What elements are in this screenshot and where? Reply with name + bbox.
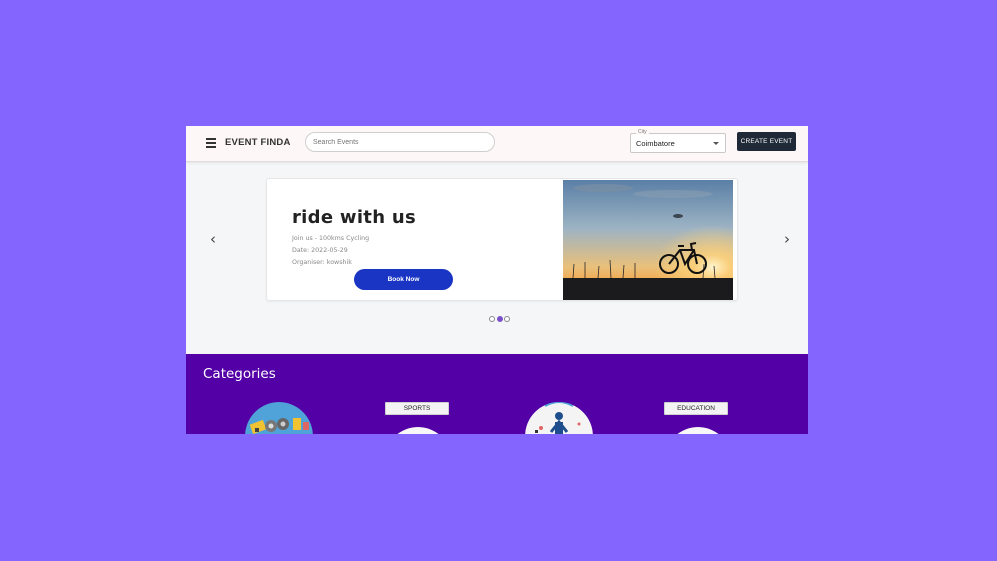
- categories-section: Categories SPORTS EDUCATION: [186, 354, 808, 434]
- app-window: EVENT FINDA City Coimbatore CREATE EVENT…: [186, 126, 808, 434]
- bicycle-sunset-image: [563, 180, 733, 300]
- categories-heading: Categories: [203, 366, 276, 382]
- event-description: Join us - 100kms Cycling: [292, 235, 370, 242]
- dropdown-caret-icon: [713, 142, 719, 145]
- brand-title: EVENT FINDA: [225, 137, 291, 148]
- carousel-dot-2[interactable]: [496, 316, 503, 322]
- event-date: Date: 2022-05-29: [292, 247, 348, 254]
- hamburger-menu-icon[interactable]: [206, 138, 216, 148]
- top-app-bar: EVENT FINDA City Coimbatore CREATE EVENT: [186, 126, 808, 162]
- search-input[interactable]: [305, 132, 495, 152]
- event-organiser: Organiser: kowshik: [292, 259, 352, 266]
- category-fitness-image[interactable]: [525, 402, 593, 434]
- category-label-sports[interactable]: SPORTS: [385, 402, 449, 415]
- category-sports-image[interactable]: [384, 427, 452, 434]
- category-label-education[interactable]: EDUCATION: [664, 402, 728, 415]
- city-select-value: Coimbatore: [636, 139, 675, 148]
- create-event-button[interactable]: CREATE EVENT: [737, 132, 796, 151]
- carousel-prev-icon[interactable]: ‹: [210, 230, 216, 248]
- carousel-dot-1[interactable]: [489, 316, 495, 322]
- carousel-next-icon[interactable]: ›: [784, 230, 790, 248]
- carousel-dot-3[interactable]: [504, 316, 510, 322]
- category-entertainment-image[interactable]: [245, 402, 313, 434]
- city-select[interactable]: City Coimbatore: [630, 129, 726, 153]
- event-slide-card: ride with us Join us - 100kms Cycling Da…: [266, 178, 738, 301]
- city-select-label: City: [636, 129, 649, 135]
- category-education-image[interactable]: [664, 427, 732, 434]
- event-title: ride with us: [292, 207, 417, 228]
- carousel-indicators: [489, 309, 512, 322]
- book-now-button[interactable]: Book Now: [354, 269, 453, 290]
